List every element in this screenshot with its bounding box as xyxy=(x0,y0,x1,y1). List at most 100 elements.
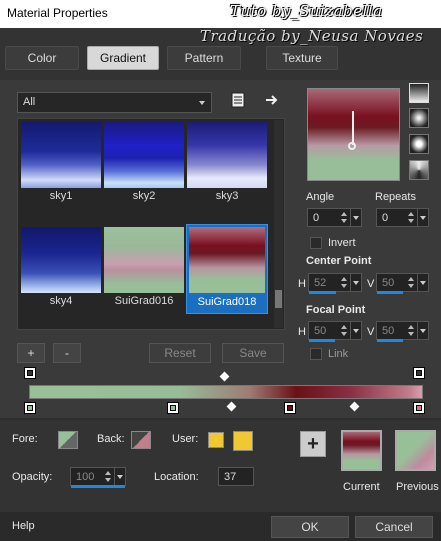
angle-spinner[interactable]: 0 xyxy=(307,208,362,227)
user-label: User: xyxy=(172,433,199,445)
gradient-swatch xyxy=(104,122,184,188)
current-label: Current xyxy=(343,481,380,493)
ok-button[interactable]: OK xyxy=(271,516,349,538)
user-color-swatch[interactable] xyxy=(233,431,253,451)
back-swatch[interactable] xyxy=(131,431,151,449)
chevron-down-icon xyxy=(199,101,205,105)
tab-gradient[interactable]: Gradient xyxy=(87,46,159,70)
invert-checkbox[interactable] xyxy=(310,237,322,249)
gallery-item-label: sky2 xyxy=(132,190,156,202)
radial-style-button[interactable] xyxy=(409,134,429,154)
location-field[interactable]: 37 xyxy=(218,467,254,486)
rectangular-style-button[interactable] xyxy=(409,108,429,128)
opacity-stop-right[interactable] xyxy=(413,367,425,379)
linear-style-button[interactable] xyxy=(409,83,429,103)
gradient-swatch xyxy=(21,227,101,293)
center-h-label: H xyxy=(298,278,306,290)
gallery-item-suigrad018[interactable]: SuiGrad018 xyxy=(186,224,268,314)
fore-label: Fore: xyxy=(12,433,38,445)
gallery-scrollbar[interactable] xyxy=(274,120,283,328)
spin-arrows-icon[interactable] xyxy=(407,210,416,225)
focal-h-spinner[interactable]: 50 xyxy=(308,321,362,342)
color-midpoint-1[interactable] xyxy=(226,401,237,412)
opacity-level-bar xyxy=(71,485,125,488)
chevron-down-icon[interactable] xyxy=(350,209,361,226)
gradient-gallery: sky1 sky2 sky3 sky4 SuiGrad016 SuiGrad01… xyxy=(17,118,285,330)
sunburst-style-button[interactable] xyxy=(409,160,429,180)
focal-v-spinner[interactable]: 50 xyxy=(376,321,429,342)
spin-arrows-icon[interactable] xyxy=(104,469,113,484)
chevron-down-icon[interactable] xyxy=(417,274,428,291)
opacity-spinner[interactable]: 100 xyxy=(70,467,126,488)
gallery-item-sky2[interactable]: sky2 xyxy=(104,122,184,206)
color-midpoint-2[interactable] xyxy=(349,401,360,412)
fore-swatch[interactable] xyxy=(58,431,78,449)
angle-needle[interactable] xyxy=(352,111,354,145)
tab-texture[interactable]: Texture xyxy=(266,46,338,70)
tab-color[interactable]: Color xyxy=(5,46,79,70)
user-color-swatch-small[interactable] xyxy=(208,432,224,448)
cancel-button[interactable]: Cancel xyxy=(355,516,433,538)
center-h-spinner[interactable]: 52 xyxy=(308,273,362,294)
gradient-preview[interactable] xyxy=(307,88,400,181)
center-v-spinner[interactable]: 50 xyxy=(376,273,429,294)
spin-arrows-icon[interactable] xyxy=(407,323,416,338)
add-gradient-button[interactable]: + xyxy=(17,343,45,363)
add-swatch-button[interactable]: + xyxy=(300,431,326,457)
link-checkbox[interactable] xyxy=(310,348,322,360)
help-button[interactable]: Help xyxy=(12,520,35,532)
gallery-item-label: SuiGrad018 xyxy=(197,296,257,308)
arrow-right-icon[interactable] xyxy=(263,91,281,109)
gradient-swatch xyxy=(21,122,101,188)
gradient-swatch xyxy=(104,227,184,293)
dialog-footer: Help OK Cancel xyxy=(0,512,441,541)
center-point-handle[interactable] xyxy=(348,142,356,150)
chevron-down-icon[interactable] xyxy=(114,468,125,485)
scrollbar-thumb[interactable] xyxy=(275,290,282,308)
color-stop-2[interactable] xyxy=(167,402,179,414)
title-bar: Material Properties Tuto by_Suizabella xyxy=(0,0,441,28)
center-point-label: Center Point xyxy=(306,255,372,267)
gallery-item-label: sky3 xyxy=(215,190,239,202)
color-stop-1[interactable] xyxy=(24,402,36,414)
resource-book-icon[interactable] xyxy=(229,91,247,109)
gallery-item-sky3[interactable]: sky3 xyxy=(187,122,267,206)
chevron-down-icon[interactable] xyxy=(417,209,428,226)
save-button[interactable]: Save xyxy=(222,343,284,363)
gallery-item-sky4[interactable]: sky4 xyxy=(21,227,101,311)
focal-v-label: V xyxy=(367,326,375,338)
link-label: Link xyxy=(328,348,349,360)
gradient-editor-bar[interactable] xyxy=(29,385,423,399)
chevron-down-icon[interactable] xyxy=(417,322,428,339)
spin-arrows-icon[interactable] xyxy=(407,275,416,290)
gallery-item-sky1[interactable]: sky1 xyxy=(21,122,101,206)
gradient-swatch xyxy=(187,122,267,188)
opacity-label: Opacity: xyxy=(12,471,53,483)
stop-properties-panel: Fore: Back: User: Opacity: 100 Location:… xyxy=(0,420,441,512)
spin-arrows-icon[interactable] xyxy=(340,275,349,290)
opacity-value: 100 xyxy=(76,471,95,483)
chevron-down-icon[interactable] xyxy=(350,274,361,291)
color-stop-3[interactable] xyxy=(284,402,296,414)
chevron-down-icon[interactable] xyxy=(350,322,361,339)
gallery-item-suigrad016[interactable]: SuiGrad016 xyxy=(104,227,184,311)
repeats-label: Repeats xyxy=(375,191,416,203)
opacity-midpoint[interactable] xyxy=(219,371,230,382)
focal-v-value: 50 xyxy=(382,325,395,337)
current-swatch[interactable] xyxy=(341,430,382,471)
watermark-line-1: Tuto by_Suizabella xyxy=(230,2,383,20)
repeats-spinner[interactable]: 0 xyxy=(376,208,429,227)
spin-arrows-icon[interactable] xyxy=(340,323,349,338)
opacity-stop-left[interactable] xyxy=(24,367,36,379)
reset-button[interactable]: Reset xyxy=(149,343,211,363)
window-title: Material Properties xyxy=(7,6,108,20)
remove-gradient-button[interactable]: - xyxy=(53,343,81,363)
tab-pattern[interactable]: Pattern xyxy=(167,46,241,70)
focal-v-level-bar xyxy=(377,339,403,342)
focal-point-label: Focal Point xyxy=(306,304,366,316)
color-stop-4[interactable] xyxy=(413,402,425,414)
category-select[interactable]: All xyxy=(17,92,212,113)
previous-swatch[interactable] xyxy=(395,430,436,471)
repeats-value: 0 xyxy=(382,212,389,224)
spin-arrows-icon[interactable] xyxy=(340,210,349,225)
